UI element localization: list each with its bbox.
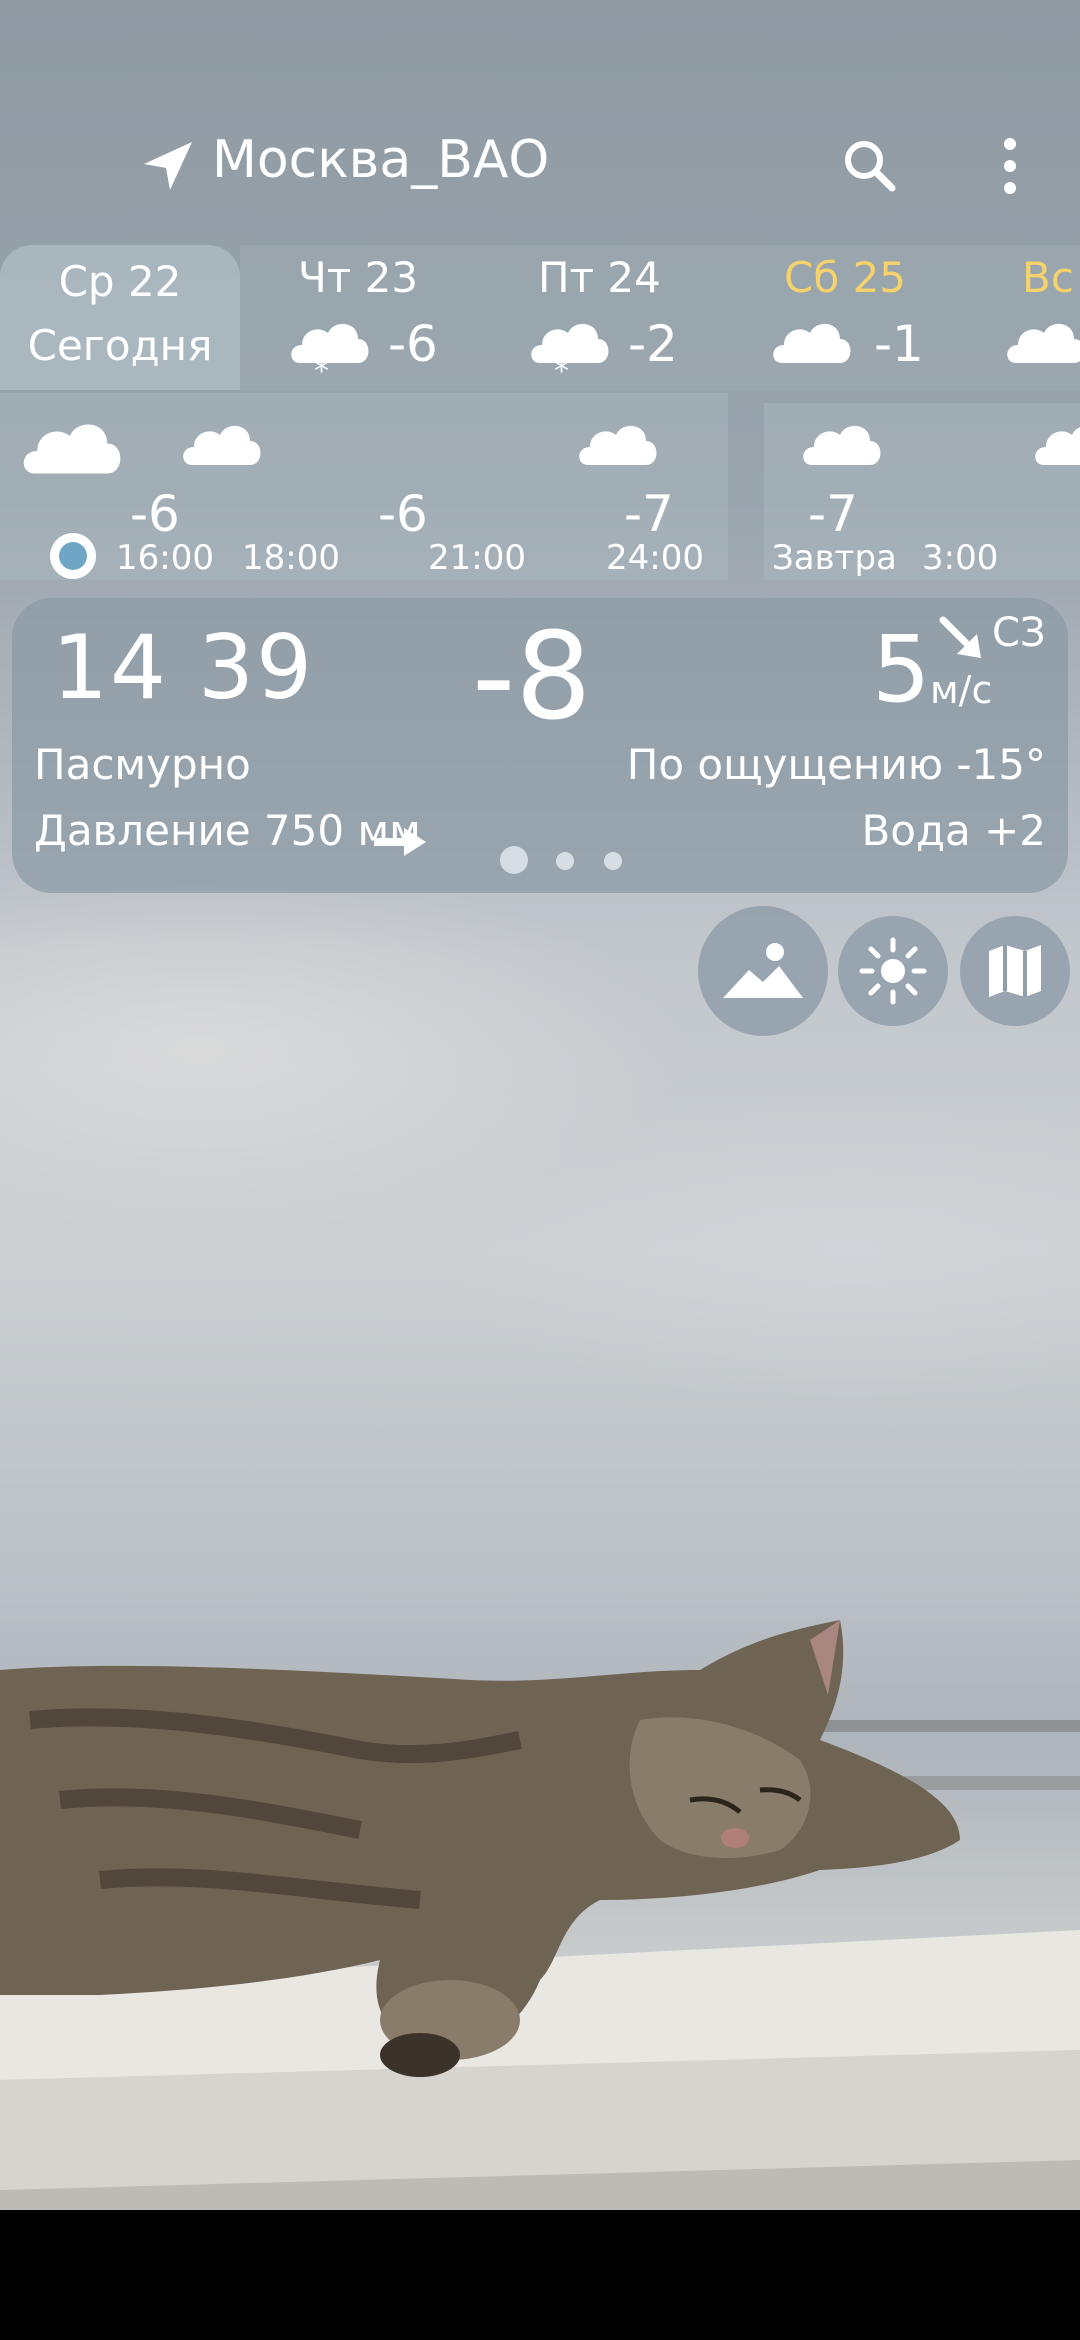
current-conditions-card[interactable]: 14 39 -8 5 СЗ м/с Пасмурно По ощущению -… bbox=[12, 598, 1068, 893]
cloud-icon bbox=[773, 323, 851, 363]
day-temp: -1 bbox=[874, 315, 924, 373]
landscape-icon bbox=[723, 943, 803, 998]
hour-time: 18:00 bbox=[242, 538, 340, 578]
day-sub: Сегодня bbox=[27, 321, 213, 370]
day-tab-today[interactable]: Ср 22 Сегодня bbox=[0, 245, 240, 390]
cloud-icon bbox=[1035, 427, 1080, 465]
condition-text: Пасмурно bbox=[34, 740, 251, 789]
day-name: Вс bbox=[1022, 253, 1074, 302]
pressure-trend-arrow-icon bbox=[374, 828, 426, 856]
hour-temp: -6 bbox=[130, 485, 180, 543]
hour-temp: -7 bbox=[624, 485, 674, 543]
day-name: Пт 24 bbox=[538, 253, 661, 302]
cloud-icon bbox=[579, 425, 657, 465]
day-temp: -6 bbox=[388, 315, 438, 373]
snowflake-icon: * bbox=[554, 354, 569, 389]
day-tab[interactable]: Пт 24 * -2 bbox=[522, 245, 722, 390]
pressure: Давление 750 мм bbox=[34, 806, 421, 855]
page-dot bbox=[604, 852, 622, 870]
cloud-icon bbox=[803, 425, 881, 465]
hour-temp: -7 bbox=[808, 485, 858, 543]
sun-icon bbox=[859, 937, 927, 1005]
wind-direction: СЗ bbox=[992, 610, 1046, 656]
day-name: Ср 22 bbox=[58, 257, 182, 306]
cloud-snow-icon bbox=[531, 323, 609, 363]
cloud-icon bbox=[183, 425, 261, 465]
snowflake-icon: * bbox=[314, 354, 329, 389]
cloud-snow-icon bbox=[291, 323, 369, 363]
day-name: Чт 23 bbox=[298, 253, 419, 302]
water-temperature: Вода +2 bbox=[861, 806, 1046, 855]
more-menu-icon[interactable] bbox=[995, 134, 1025, 198]
day-name: Сб 25 bbox=[784, 253, 907, 302]
page-dot bbox=[556, 852, 574, 870]
day-tab[interactable]: Сб 25 -1 bbox=[766, 245, 966, 390]
feels-like: По ощущению -15° bbox=[626, 740, 1046, 789]
hourly-forecast-tomorrow[interactable]: -7 Завтра 3:00 bbox=[764, 403, 1080, 580]
current-time: 14 39 bbox=[52, 616, 314, 719]
page-indicator bbox=[500, 846, 640, 876]
hour-time: 16:00 bbox=[116, 538, 214, 578]
background-photo-button[interactable] bbox=[698, 906, 828, 1036]
background-cat-photo bbox=[0, 1620, 1080, 2210]
wind-speed: 5 bbox=[872, 616, 931, 723]
hour-time: 24:00 bbox=[606, 538, 704, 578]
day-tab[interactable]: Вс bbox=[1000, 245, 1080, 390]
current-time-marker bbox=[50, 533, 96, 579]
daily-forecast-strip: Ср 22 Сегодня Чт 23 * -6 Пт 24 * -2 Сб 2… bbox=[0, 245, 1080, 390]
hour-temp: -6 bbox=[378, 485, 428, 543]
sun-button[interactable] bbox=[838, 916, 948, 1026]
cloud-icon bbox=[23, 424, 121, 474]
hourly-forecast-today[interactable]: -6 -6 -7 16:00 18:00 21:00 24:00 bbox=[0, 393, 728, 580]
hour-time: 3:00 bbox=[922, 538, 999, 578]
hour-time: 21:00 bbox=[428, 538, 526, 578]
day-temp: -2 bbox=[628, 315, 678, 373]
search-icon[interactable] bbox=[840, 136, 900, 196]
location-arrow-icon[interactable] bbox=[140, 138, 196, 194]
hour-time: Завтра bbox=[772, 538, 897, 578]
location-title[interactable]: Москва_ВАО bbox=[212, 130, 549, 190]
wind-unit: м/с bbox=[930, 668, 993, 712]
page-dot-active bbox=[500, 846, 528, 874]
top-bar: Москва_ВАО bbox=[0, 120, 1080, 210]
day-tab[interactable]: Чт 23 * -6 bbox=[282, 245, 482, 390]
map-button[interactable] bbox=[960, 916, 1070, 1026]
cloud-icon bbox=[1007, 324, 1080, 363]
map-icon bbox=[989, 945, 1041, 997]
wind-direction-arrow-icon bbox=[939, 616, 981, 658]
current-temperature: -8 bbox=[472, 608, 592, 747]
